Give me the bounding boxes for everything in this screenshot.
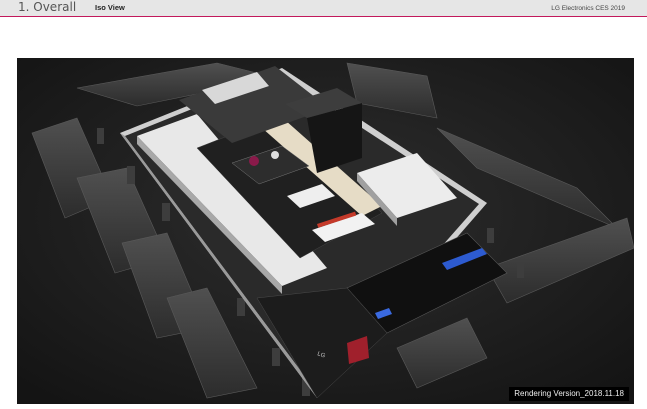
render-version-caption: Rendering Version_2018.11.18 — [509, 387, 629, 401]
booth-rendering-image: LG — [17, 58, 634, 404]
iso-view-rendering: LG Rendering Version_2018.11.18 — [17, 58, 634, 404]
view-subtitle: Iso View — [95, 3, 125, 12]
section-title: 1. Overall — [18, 0, 77, 14]
brand-label: LG Electronics CES 2019 — [551, 5, 625, 12]
page-header: 1. Overall Iso View LG Electronics CES 2… — [0, 0, 647, 17]
